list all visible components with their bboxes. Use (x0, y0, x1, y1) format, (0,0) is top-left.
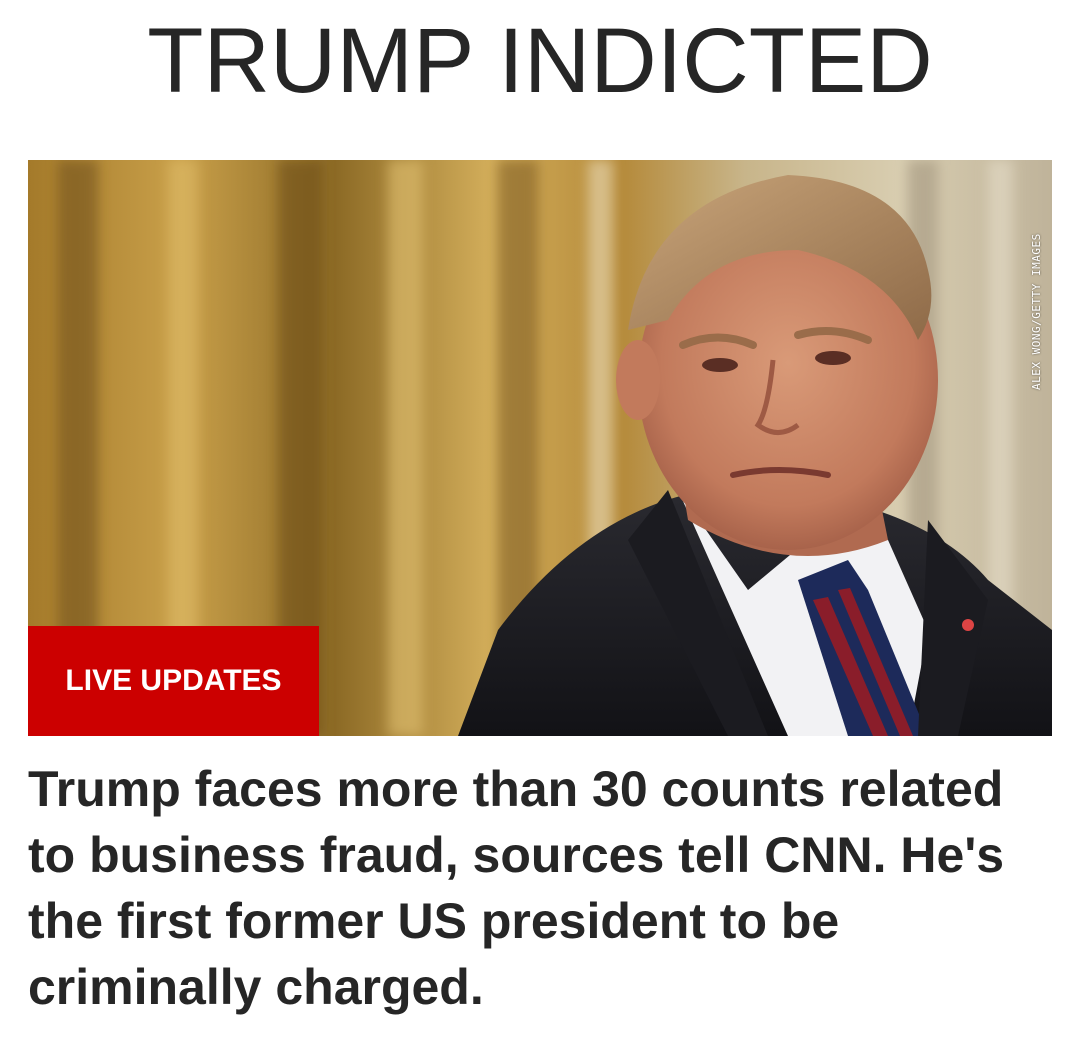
story-summary[interactable]: Trump faces more than 30 counts related … (28, 756, 1058, 1020)
photo-credit: ALEX WONG/GETTY IMAGES (1030, 233, 1043, 390)
headline: TRUMP INDICTED (147, 10, 933, 112)
live-updates-badge[interactable]: LIVE UPDATES (28, 626, 319, 736)
